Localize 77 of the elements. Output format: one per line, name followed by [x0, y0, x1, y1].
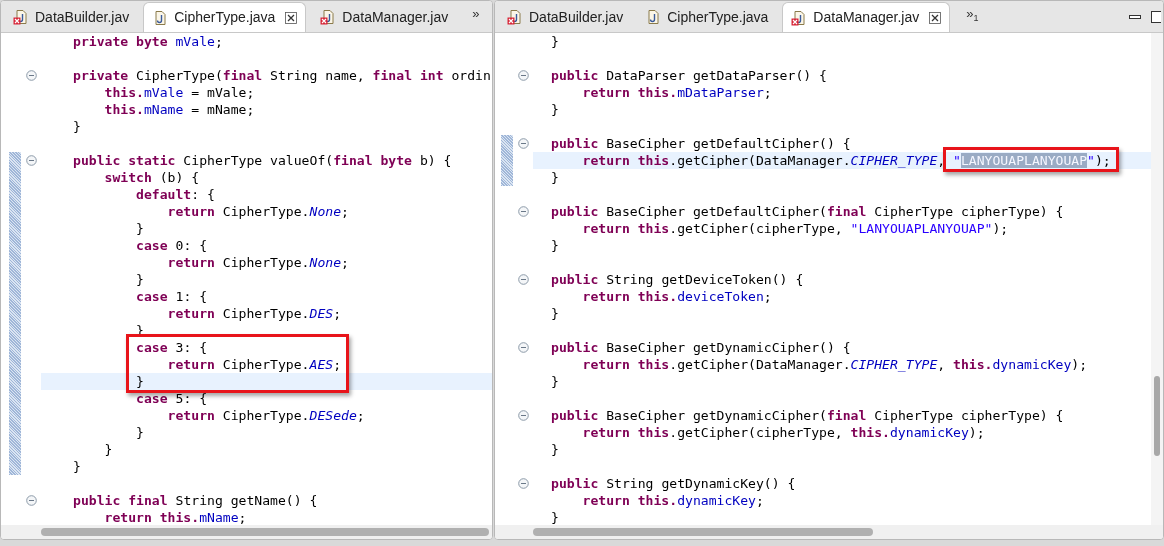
- code-line: public DataParser getDataParser() {: [551, 68, 827, 83]
- code-line: case 0: {: [135, 238, 208, 253]
- collapse-icon[interactable]: [517, 138, 529, 149]
- code-line: return this.mName;: [103, 510, 247, 525]
- code-line: }: [551, 102, 559, 117]
- code-line: }: [135, 374, 144, 389]
- collapse-icon[interactable]: [517, 70, 529, 81]
- collapse-icon[interactable]: [517, 274, 529, 285]
- code-line: return CipherType.DES;: [166, 306, 342, 321]
- code-line: return CipherType.AES;: [166, 357, 342, 372]
- code-line: case 5: {: [135, 391, 208, 406]
- editor-tab[interactable]: DataBuilder.jav: [499, 2, 632, 32]
- code-line: }: [551, 238, 559, 253]
- close-icon[interactable]: [929, 11, 942, 24]
- collapse-icon[interactable]: [517, 478, 529, 489]
- collapse-icon[interactable]: [517, 342, 529, 353]
- code-line: this.mName = mName;: [103, 102, 255, 117]
- code-line: }: [135, 425, 144, 440]
- code-line: }: [551, 442, 559, 457]
- tab-label: DataManager.jav: [342, 7, 449, 27]
- code-line: }: [135, 272, 144, 287]
- more-tabs-button[interactable]: »: [466, 4, 486, 32]
- code-line: default: {: [135, 187, 215, 202]
- code-line: public final String getName() {: [73, 493, 318, 508]
- tab-label: DataBuilder.jav: [529, 7, 624, 27]
- code-line: return this.getCipher(DataManager.CIPHER_TYPE, "LANYOUAPLANYOUAP");: [581, 153, 1111, 168]
- code-line: public BaseCipher getDynamicCipher(final CipherType cipherType) {: [551, 408, 1064, 423]
- code-line: return CipherType.None;: [166, 204, 349, 219]
- tab-label: CipherType.java: [667, 7, 769, 27]
- collapse-icon[interactable]: [517, 206, 529, 217]
- editor-tab[interactable]: DataBuilder.jav: [5, 2, 138, 32]
- horizontal-scrollbar[interactable]: [41, 528, 489, 536]
- code-line: return CipherType.DESede;: [166, 408, 365, 423]
- code-line: }: [73, 459, 81, 474]
- minimize-icon[interactable]: [1129, 13, 1141, 21]
- code-line: }: [551, 306, 559, 321]
- code-line: }: [135, 221, 144, 236]
- code-line: case 3: {: [135, 340, 208, 355]
- horizontal-scrollbar[interactable]: [533, 528, 873, 536]
- collapse-icon[interactable]: [517, 410, 529, 421]
- code-line: }: [551, 34, 559, 49]
- code-line: public BaseCipher getDynamicCipher() {: [551, 340, 851, 355]
- editor-tab[interactable]: CipherType.java: [143, 2, 307, 32]
- code-line: public BaseCipher getDefaultCipher() {: [551, 136, 851, 151]
- code-line: private byte mVale;: [73, 34, 223, 49]
- code-line: return this.getCipher(DataManager.CIPHER_TYPE, this.dynamicKey);: [581, 357, 1088, 372]
- vertical-scrollbar[interactable]: [1151, 33, 1163, 525]
- code-line: public static CipherType valueOf(final byte b) {: [73, 153, 452, 168]
- code-line: public String getDynamicKey() {: [551, 476, 796, 491]
- code-line: return this.deviceToken;: [581, 289, 772, 304]
- maximize-icon[interactable]: [1151, 11, 1161, 23]
- code-line: return this.dynamicKey;: [581, 493, 764, 508]
- collapse-icon[interactable]: [25, 495, 37, 506]
- code-line: public BaseCipher getDefaultCipher(final CipherType cipherType) {: [551, 204, 1064, 219]
- close-icon[interactable]: [285, 11, 298, 24]
- collapse-icon[interactable]: [25, 155, 37, 166]
- code-line: return this.getCipher(cipherType, "LANYOUAPLANYOUAP");: [581, 221, 1009, 236]
- tab-label: CipherType.java: [174, 8, 276, 27]
- code-line: }: [73, 119, 81, 134]
- code-line: public String getDeviceToken() {: [551, 272, 804, 287]
- code-line: return CipherType.None;: [166, 255, 349, 270]
- code-line: }: [551, 170, 559, 185]
- code-line: }: [103, 442, 113, 457]
- collapse-icon[interactable]: [25, 70, 37, 81]
- editor-tab[interactable]: DataManager.jav: [782, 2, 951, 32]
- code-line: return this.getCipher(cipherType, this.dynamicKey);: [581, 425, 985, 440]
- code-line: this.mVale = mVale;: [103, 85, 255, 100]
- editor-tab[interactable]: CipherType.java: [637, 2, 777, 32]
- code-line: }: [551, 374, 559, 389]
- code-line: }: [551, 510, 559, 525]
- code-line: private CipherType(final String name, final int ordin: [73, 68, 491, 83]
- editor-tab[interactable]: DataManager.jav: [312, 2, 457, 32]
- code-line: switch (b) {: [103, 170, 200, 185]
- code-line: case 1: {: [135, 289, 208, 304]
- tab-label: DataManager.jav: [813, 8, 920, 27]
- code-line: return this.mDataParser;: [581, 85, 772, 100]
- tab-label: DataBuilder.jav: [35, 7, 130, 27]
